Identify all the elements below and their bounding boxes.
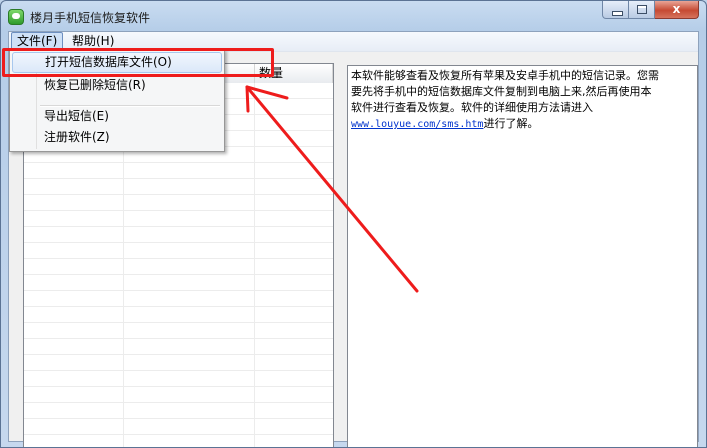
annotation-arrow [245, 85, 419, 293]
app-window: 楼月手机短信恢复软件 x 文件(F) 帮助(H) 数量 本软件能够查看及恢复所有… [0, 0, 707, 448]
